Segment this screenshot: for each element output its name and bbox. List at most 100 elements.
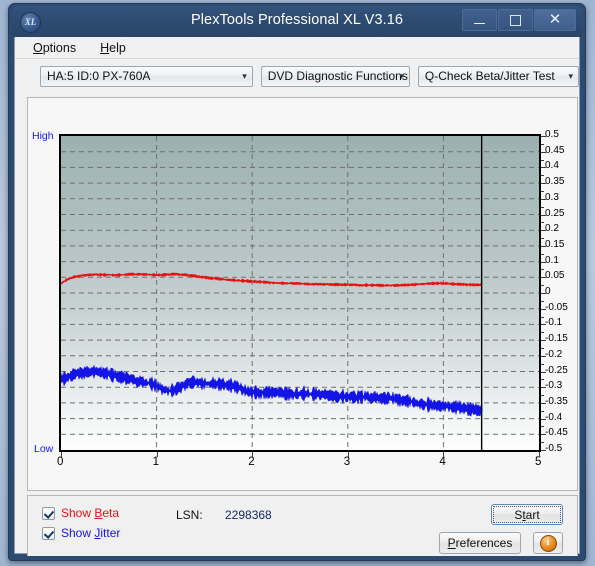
preferences-button[interactable]: Preferences [439,532,521,554]
show-beta-label: Show Beta [61,506,119,520]
y-tick-mark-minor [541,222,544,224]
y-tick-label: -0.3 [545,380,563,392]
function-select[interactable]: DVD Diagnostic Functions ▾ [260,65,410,87]
x-tick-label: 3 [343,456,351,468]
x-tick-mark [61,452,62,457]
y-tick-label: -0.05 [545,301,568,313]
y-tick-label: 0.2 [545,223,559,235]
y-tick-label: 0.35 [545,176,565,188]
window-inner: XL PlexTools Professional XL V3.16 ✕ Opt… [12,6,582,556]
lsn-label: LSN: [176,508,203,522]
y-tick-mark [541,450,546,451]
minimize-button[interactable] [462,9,497,31]
show-beta-label-pre: Show [61,506,95,520]
show-jitter-label: Show Jitter [61,526,120,540]
y-tick-mark-minor [541,175,544,177]
menu-help-accel: H [100,40,110,55]
function-select-value: DVD Diagnostic Functions [267,69,408,83]
y-tick-mark [541,167,546,169]
y-tick-label: -0.25 [545,364,568,376]
focus-ring [493,506,561,523]
client-area: Options Help HA:5 ID:0 PX-760A ▾ DVD Dia… [14,37,580,556]
y-tick-label: 0 [545,286,551,297]
y-tick-mark-minor [541,143,544,145]
plot-area[interactable] [59,134,541,452]
show-beta-label-post: eta [102,506,120,520]
test-select-value: Q-Check Beta/Jitter Test [424,69,555,83]
close-icon: ✕ [548,11,562,28]
chart-panel: High Low 0.5 0.45 0.4 0.35 0.3 0.25 0.2 0.15 0.1… [27,97,578,491]
y-tick-mark [541,402,546,404]
y-tick-mark [541,136,546,137]
y-tick-mark-minor [541,347,544,349]
y-tick-mark-minor [541,332,544,334]
x-tick-label: 4 [439,456,446,468]
x-tick-label: 0 [57,456,64,468]
close-button[interactable]: ✕ [534,9,576,31]
y-tick-mark-minor [541,238,544,240]
show-jitter-checkbox-row[interactable]: Show Jitter [42,526,120,540]
y-tick-mark [541,308,546,310]
info-button[interactable]: i [533,532,563,554]
y-tick-label: 0.4 [545,160,559,172]
x-tick-mark [252,452,254,457]
x-tick-label: 5 [535,456,542,468]
x-tick-mark [443,452,445,457]
preferences-button-label: Preferences [448,536,513,550]
y-tick-mark [541,151,546,153]
drive-select[interactable]: HA:5 ID:0 PX-760A ▾ [40,65,253,87]
y-tick-label: -0.35 [545,395,568,407]
selector-bar: HA:5 ID:0 PX-760A ▾ DVD Diagnostic Funct… [15,59,579,93]
preferences-post: references [455,536,513,550]
chevron-down-icon: ▾ [242,70,247,81]
y-tick-mark [541,198,546,200]
application-window: XL PlexTools Professional XL V3.16 ✕ Opt… [8,3,586,561]
y-tick-mark-minor [541,379,544,381]
show-jitter-label-pre: Show [61,526,95,540]
lsn-value: 2298368 [225,508,272,522]
y-tick-mark-minor [541,269,544,271]
y-tick-label: -0.5 [545,443,563,454]
info-icon: i [539,534,557,552]
chart-svg [61,136,539,450]
x-tick-label: 2 [248,456,255,468]
y-tick-mark-minor [541,206,544,208]
y-tick-label: -0.45 [545,427,568,439]
y-tick-mark [541,277,546,279]
y-tick-label: -0.1 [545,317,563,329]
title-bar: XL PlexTools Professional XL V3.16 ✕ [12,6,582,37]
y-tick-label: 0.1 [545,254,559,266]
show-beta-checkbox[interactable] [42,506,55,520]
y-tick-label: -0.2 [545,348,563,360]
y-tick-label: 0.45 [545,144,565,156]
menu-help-rest: elp [109,40,126,55]
menu-item-help[interactable]: Help [96,40,130,56]
y-tick-mark-minor [541,442,544,444]
control-panel: Show Beta Show Jitter LSN: 2298368 Start… [27,495,578,556]
y-tick-mark-minor [541,253,544,255]
y-tick-mark [541,245,546,247]
show-jitter-label-post: itter [100,526,121,540]
show-jitter-checkbox[interactable] [42,526,55,540]
maximize-icon [510,15,521,27]
menu-item-options[interactable]: Options [29,40,80,56]
y-tick-mark-minor [541,410,544,412]
y-tick-label: -0.15 [545,333,568,345]
screen: XL PlexTools Professional XL V3.16 ✕ Opt… [0,0,595,566]
y-tick-mark [541,324,546,326]
y-tick-mark [541,183,546,185]
y-tick-mark [541,340,546,342]
window-buttons: ✕ [462,9,576,31]
y-tick-label: 0.05 [545,270,565,282]
test-select[interactable]: Q-Check Beta/Jitter Test ▾ [417,65,579,87]
y-tick-mark [541,355,546,357]
x-tick-mark [156,452,158,457]
x-tick-mark [539,452,540,457]
y-tick-label: 0.15 [545,238,565,250]
y-tick-mark [541,434,546,436]
y-tick-mark [541,293,546,294]
x-tick-mark [347,452,349,457]
show-beta-checkbox-row[interactable]: Show Beta [42,506,119,520]
maximize-button[interactable] [498,9,533,31]
start-button[interactable]: Start [491,504,563,525]
